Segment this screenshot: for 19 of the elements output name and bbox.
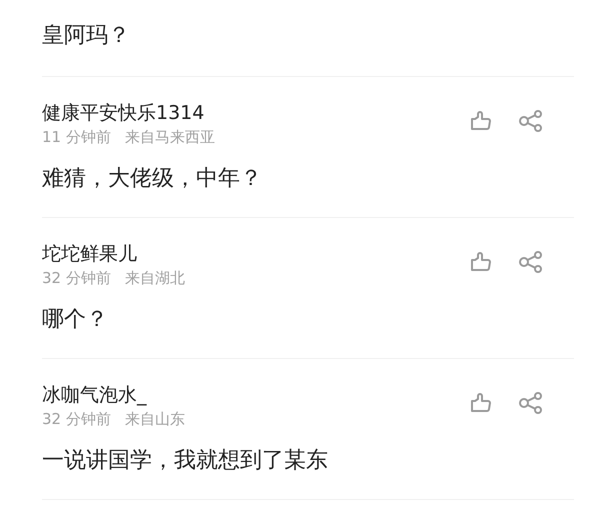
comment-location: 来自山东: [124, 410, 185, 429]
comment-time: 32 分钟前: [42, 269, 111, 288]
thumbs-up-icon[interactable]: [469, 109, 493, 133]
comment-text: 难猜，大佬级，中年？: [42, 165, 263, 193]
comment-time: 11 分钟前: [42, 128, 111, 147]
comment-text: 哪个？: [42, 306, 109, 334]
thumbs-up-icon[interactable]: [469, 391, 493, 415]
comment-time: 32 分钟前: [42, 410, 111, 429]
user-name[interactable]: 健康平安快乐1314: [42, 101, 215, 125]
comment-location: 来自马来西亚: [124, 128, 215, 147]
share-icon[interactable]: [518, 250, 544, 274]
comment-location: 来自湖北: [124, 269, 185, 288]
user-name[interactable]: 冰咖气泡水_: [42, 383, 185, 407]
thumbs-up-icon[interactable]: [469, 250, 493, 274]
comment-text: 皇阿玛？: [42, 22, 131, 50]
comment-text: 一说讲国学，我就想到了某东: [42, 447, 329, 475]
user-name[interactable]: 坨坨鲜果儿: [42, 242, 185, 266]
share-icon[interactable]: [518, 109, 544, 133]
share-icon[interactable]: [518, 391, 544, 415]
